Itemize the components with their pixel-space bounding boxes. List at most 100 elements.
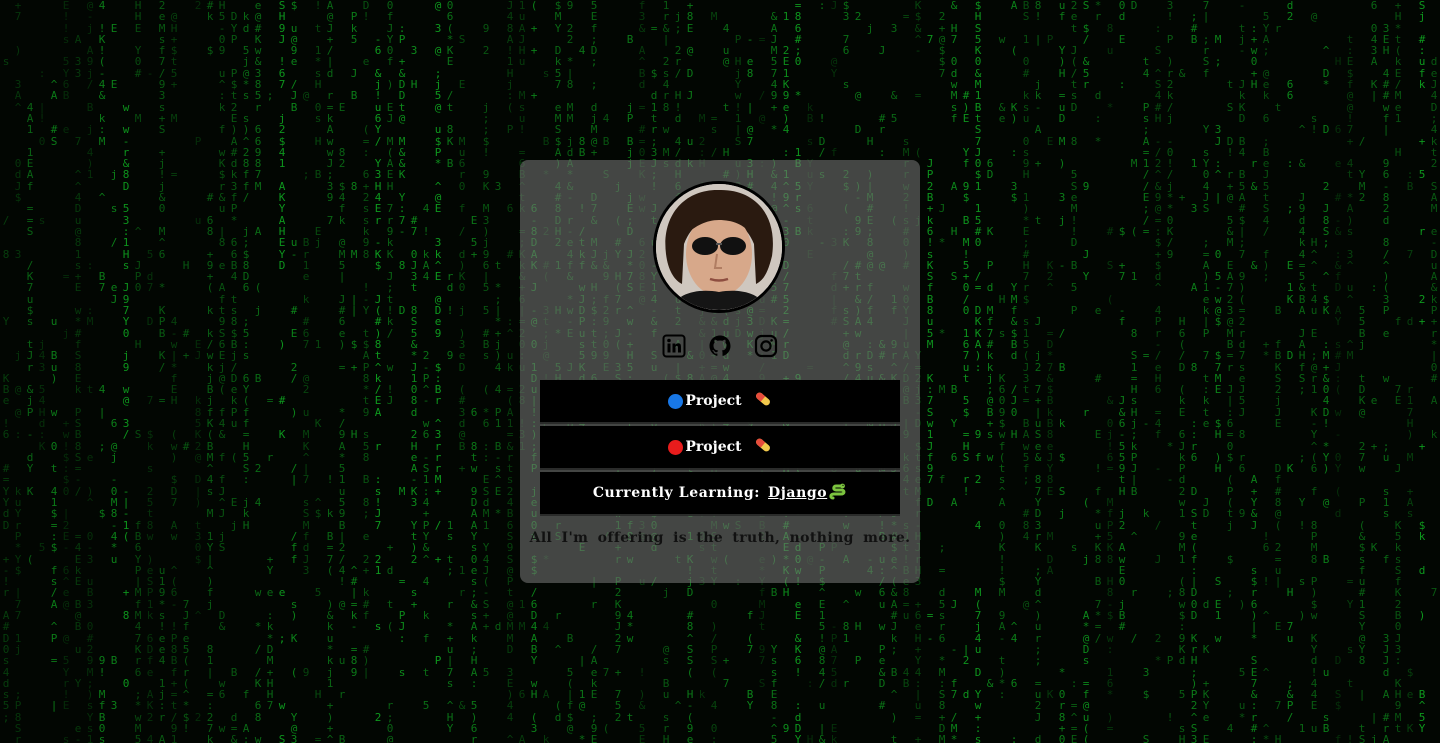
rain-column: * r d : * e # E ! f * u + K 8 B 7 * = /: [1094, 0, 1102, 645]
linkedin-icon[interactable]: [661, 333, 687, 359]
rain-column: 4 ! k A 4 2 - P ^ - w 6 - S 1 : 4 + P Y …: [422, 202, 430, 713]
rain-column: k d 5 j @ * s s ) ^ 2 8 f f / j ; $ 8 D …: [242, 10, 250, 743]
rain-column: 3 ! P ) r 2 k / j - 0 ! / j * * 0 K / 9 …: [1166, 0, 1174, 724]
snake-icon: [829, 482, 847, 504]
profile-avatar: [653, 181, 785, 313]
rain-column: # k $ # 6 8 + 9 + ( k k / w k j B j f K …: [206, 0, 214, 743]
rain-column: A 3 3 7 ^ ^ 4 D u @ 8 1 s + E w * # f S …: [74, 32, 82, 743]
rain-column: / Y M 2 5 5 B j t D K @ 2 7 w P ( & $ s …: [1358, 134, 1366, 743]
rain-column: P E K 2 ^ = D * 7 & $ B k B 8 e J Y 8 E …: [1046, 32, 1054, 702]
rain-column: 7 J P 2 B + k 6 ! s K S f B 8 u 5 M K : …: [926, 32, 934, 645]
rain-column: J 4 8 A ! 1 H j : ( P 6 # : ^ u k = ( A …: [506, 0, 514, 743]
rain-column: @ s ! H ^ ^ t 4 u E ; @ r 1 K - Y ^ ( 6 …: [1310, 10, 1318, 735]
rain-column: @ H + $ t 5 + M = 4 - w | * f E H ( w ) …: [170, 10, 178, 743]
rain-column: e @ # K w & 3 8 5 r 6 6 9 8 7 M A ( j B …: [254, 0, 262, 743]
rain-column: B S 1 0 # k s u 0 s 9 H 1 ) * E ; # H 7 …: [1022, 0, 1030, 611]
rain-column: @ 3 @ ; j 5 @ u $ P * ^ @ E 3 k ^ E @ D …: [434, 0, 442, 668]
rain-column: H 5 - 0 9 u ^ : k f w K $ r & u | 8 e A …: [218, 0, 226, 735]
red-dot-icon: [668, 439, 684, 455]
blue-dot-icon: [668, 393, 684, 409]
rain-column: ^ D * D 2 J 8 S ; ^ $ K : M + & 0 4 D ! …: [1322, 44, 1330, 735]
rain-column: S H 9 J ! 6 7 j 2 $ 4 1 A K Y A H E Y D …: [278, 0, 286, 743]
rain-column: : + w 0 + H r & & A + Y & J s $ r 6 ) | …: [1250, 21, 1258, 743]
rain-column: 2 P u E J k 8 5 K 2 @ D | ) t 3 0 $ ^ 2: [194, 0, 202, 724]
rain-column: ; # B 1 3 A 8 : : r 6 D S t e ( f : | D …: [1190, 10, 1198, 743]
rain-column: 2 e t J ( / t s D 8 5 S e M ! ! D B 5 P …: [1070, 0, 1078, 743]
rain-column: H H E Y 0 # M ^ J P 0 H S f B 6 Y P | M …: [134, 0, 142, 743]
rain-column: : S ^ S 4 # H - / 2 ^ & 9 @ = : $ + $ d …: [1154, 21, 1162, 668]
rain-column: 2 e M s f 7 / 9 3 s + S + j ! j & 0 M ^ …: [158, 0, 166, 743]
rain-column: $ u @ 9 e / J B u - # E 2 / ) / | / f f …: [290, 0, 298, 743]
rain-column: r t B f B K S 2 j J E D f # 8 @ ( 2 = u …: [1274, 21, 1282, 743]
rain-column: S j # : u f k + 5 r 2 + + $ k d ) B ^ 5 …: [1418, 0, 1426, 735]
tagline: All I'm offering is the truth, nothing m…: [529, 530, 911, 546]
rain-column: 3 H # 7 0 J 3 t 8 S 5 & * J 1 0 8 d 2 H …: [410, 44, 418, 611]
rain-column: & H 7 0 d w M s f A H S B Y 6 A J - f 7 …: [950, 0, 958, 743]
rain-column: 5 Y A ; @ e k 6 ; B e J 5 t S 4 / f ) ; …: [1262, 10, 1270, 743]
rain-column: 4 A 1 1 E A f = = S / K 7 u $ s t J r & …: [26, 100, 34, 566]
rain-column: D Y P P $ t 2 E ) A # d k 3 f P * 6 6 B …: [230, 10, 238, 743]
rain-column: - 6 & j ! u 6 Y / Y 3 H 4 E r - K $ J ( …: [374, 32, 382, 724]
rain-column: t S D ! r + @ 5 & M E A 7 2 3 @ M B = r …: [1226, 78, 1234, 735]
rain-column: & + H 6 ( / D ( k E 6 J k P d 2 w 1 9 M …: [1178, 66, 1186, 743]
rain-column: - 5 d 7 D 7 $ k s 2 5 t 8 w ) e S P 1 k …: [146, 66, 154, 743]
rain-column: @ - j A 9 j / B j 4 ) 1 : : M t e ) ^ 0 …: [86, 0, 94, 743]
rain-column: 3 E H 4 # # w f | 9 6 - 8 2 d 8 / ^ ) ( …: [1382, 21, 1390, 743]
rain-column: 0 6 ( * K E / t 8 K B r d ! 9 1 s t ; r …: [446, 0, 454, 735]
rain-column: - t j - J k K D B 4 B 5 A # $ | ; 7 9 ) …: [1238, 0, 1246, 724]
instagram-icon[interactable]: [753, 333, 779, 359]
rain-column: ^ A # S u B u ) w 0 t 4 1 $ = : $ f s / …: [50, 78, 58, 713]
rain-column: 4 ! K ! ( - 4 & k : M ^ B 7 4 | ; $ 9 ! …: [98, 0, 106, 743]
rain-column: D M ( 1 8 S 1 = H s H j ; k P J | B ^ r …: [1130, 0, 1138, 645]
rain-column: u f Y ) H = u D M ) 3 j - / B k $ S j * …: [1058, 0, 1066, 743]
project-red-button[interactable]: Project: [540, 426, 900, 468]
rain-column: 0 f J Y 0 f ) E J M ( A E H 7 r 9 k K J …: [386, 0, 394, 743]
rain-column: S E M u 6 r 0 f / d ) K 0 j ) 3 e D ( # …: [458, 32, 466, 713]
rain-column: E 5 + 6 8 t w 9 D A A Y s 0 e s ; & s A …: [470, 213, 478, 743]
rain-column: E E j s / e J 6 @ j - 0 M 8 - 4 * u B 3: [110, 21, 118, 713]
rain-column: ; = r + Y e : k * D M + H H 7: [266, 89, 274, 713]
rain-column: 3 t * ; | * + j ) 4 4 P 1 B - s ^ E * d: [494, 179, 502, 634]
project-blue-label: Project: [685, 393, 742, 409]
rain-column: ^ & J 9 d 4 k 4 = 5 & B A J A H f S ; ; …: [1298, 123, 1306, 735]
rain-column: E 8 2 $ 4 f k @ M 5 | J # 6 e ) = * / 9 …: [338, 100, 346, 743]
pill-icon: [754, 390, 772, 412]
rain-column: A ( K ) : 3 $ Y M f & $ B d / J 0 H ^ 4 …: [1010, 0, 1018, 743]
rain-column: t : E $ f @ @ ! 7 + 4 t * A ) s 3 ^ u ^ …: [1346, 32, 1354, 743]
rain-column: H # + # 7 J f e 5 ( r ( ^ * $ !: [182, 258, 190, 735]
rain-column: 2 + @ $ $ 7 J * * M f ; = d 5 s r 6 * M …: [938, 10, 946, 743]
profile-card: Project Project Currently Learning: Djan…: [520, 160, 920, 583]
rain-column: ! t 1 * s H 0 s H B E j 1 K ^ $ 5 H =: [314, 0, 322, 743]
rain-column: + H * t ( k E / M e 1 H f 7 E J K 5 k s …: [1394, 0, 1402, 735]
project-red-label: Project: [685, 439, 742, 455]
rain-column: D ! e ( = : 6 + 2 s s k 9 8 ! - Y t $ A …: [362, 0, 370, 679]
rain-column: S $ / & 5 r 9 J Y r ( j A * @ D s = f @ …: [1082, 0, 1090, 743]
rain-column: : P + & D D t @ M & & K Y : 7 - 8 D M = …: [398, 21, 406, 679]
rain-column: 6 0 4 3 A K | : e + K | j: [1370, 0, 1378, 743]
rain-column: 0 d E : $ + 7 - f J & 6 - 5 5 9 t H j 2 …: [1118, 0, 1126, 634]
github-icon[interactable]: [707, 333, 733, 359]
rain-column: 8 u * # S ( & 0 j ! 6 = M f P 5 K 8 H 8 …: [1106, 21, 1114, 735]
rain-column: $ H S 5 K 0 & M 1 B t S 7 J 0 $ 1 1 5 # …: [974, 0, 982, 743]
rain-column: H 6 e # - & : & f D A Y s # J : ( w - 0 …: [1334, 55, 1342, 743]
rain-column: 7 | ; r S f Y s Y 0 4 J S ; = A ) 1 e k …: [1202, 0, 1210, 743]
learning-skill-link[interactable]: Django: [768, 485, 827, 501]
rain-column: @ ; B r 1 e k # 6 7 @ 2 u M K ^ | 7 s S …: [302, 89, 310, 679]
learning-prefix: Currently Learning:: [592, 485, 760, 501]
rain-column: w w - r & 8 D 5 3 : 1 H s J 9 7 Y 0 j 9 …: [122, 100, 130, 690]
rain-column: d 2 6 6 : ; E 1 K D K H 7 u ; & P /: [1286, 0, 1294, 724]
rain-column: w & e H s K 6 0 9 $ w f ( t s ^ A 0 ) K …: [998, 32, 1006, 702]
rain-column: # ) E Y f 9 $ B M ! 5 + 0 / 0 1 6 7 u t …: [962, 89, 970, 702]
rain-column: E ! ! s 5 Y 6 B e = j + w ! $ : $ 0 | 2 …: [62, 0, 70, 743]
rain-column: 9 2 j ; ; $ ! 9 K M 3 ) j 9 6 | 5 5 # B …: [482, 21, 490, 679]
currently-learning-button[interactable]: Currently Learning: Django: [540, 472, 900, 514]
pill-icon: [754, 436, 772, 458]
rain-column: : | ! 0 s j 4 3 5 4 H d : K 5: [38, 66, 46, 555]
rain-column: M ; 3 J : ^ | 0 5 - w @ $ $ 7 M E $ H ) …: [1214, 32, 1222, 645]
rain-column: A @ J + / | d r = k A w w J ; 3 9 7 ! k …: [326, 0, 334, 743]
project-blue-button[interactable]: Project: [540, 380, 900, 422]
rain-column: s / 8 Y K B e ! 6 # = Y Y d D + - ! r A …: [2, 55, 10, 724]
rain-column: d e J 4 D ; 4 k t 2 S A M e - D u A & k …: [1430, 55, 1438, 600]
rain-column: 8 ! | j k - A + t J j 2 7 + | u S e & 8 …: [1034, 0, 1042, 743]
social-links: [520, 333, 920, 361]
